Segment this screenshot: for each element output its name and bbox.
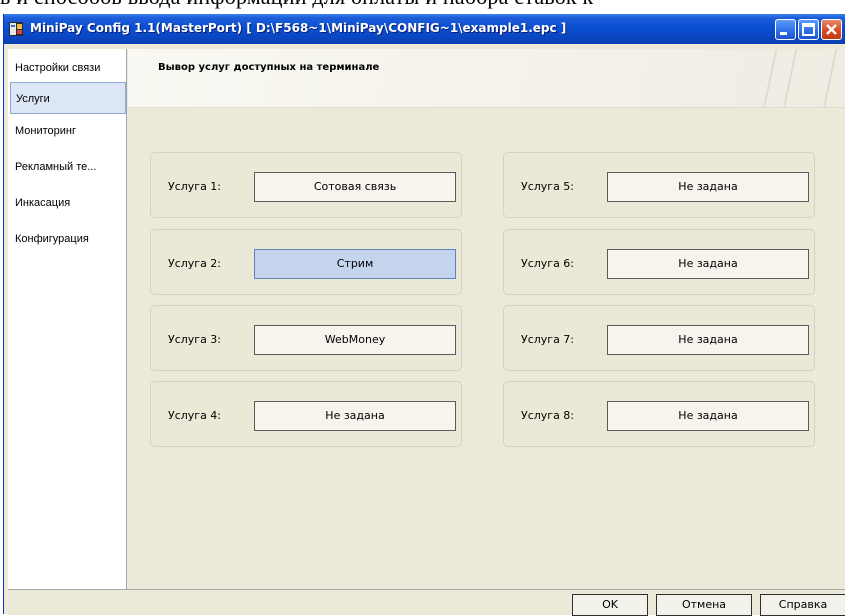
sidebar-item-collection[interactable]: Инкасация	[10, 187, 126, 219]
service-label: Услуга 6:	[521, 257, 575, 270]
title-bar[interactable]: MiniPay Config 1.1(MasterPort) [ D:\F568…	[4, 14, 845, 44]
header-band: Вывор услуг доступных на терминале	[128, 49, 845, 108]
help-button[interactable]: Справка	[760, 594, 845, 616]
service-slot-8: Услуга 8: Не задана	[503, 381, 815, 447]
service-label: Услуга 3:	[168, 333, 222, 346]
service-label: Услуга 2:	[168, 257, 222, 270]
service-select-button[interactable]: Не задана	[607, 172, 809, 202]
close-icon	[826, 24, 837, 35]
service-label: Услуга 7:	[521, 333, 575, 346]
header-decoration	[818, 49, 840, 107]
sidebar-item-monitoring[interactable]: Мониторинг	[10, 115, 126, 147]
service-label: Услуга 1:	[168, 180, 222, 193]
window-title: MiniPay Config 1.1(MasterPort) [ D:\F568…	[30, 21, 567, 35]
service-slot-3: Услуга 3: WebMoney	[150, 305, 462, 371]
service-label: Услуга 4:	[168, 409, 222, 422]
header-decoration	[758, 49, 780, 107]
close-button[interactable]	[821, 19, 842, 40]
page-title: Вывор услуг доступных на терминале	[158, 62, 380, 73]
maximize-icon	[802, 23, 815, 36]
sidebar-item-services[interactable]: Услуги	[10, 82, 126, 114]
service-select-button[interactable]: Стрим	[254, 249, 456, 279]
cancel-button[interactable]: Отмена	[656, 594, 752, 616]
app-icon	[9, 22, 23, 36]
service-slot-6: Услуга 6: Не задана	[503, 229, 815, 295]
service-slot-7: Услуга 7: Не задана	[503, 305, 815, 371]
sidebar-item-ad-text[interactable]: Рекламный те...	[10, 151, 126, 183]
service-select-button[interactable]: Сотовая связь	[254, 172, 456, 202]
service-label: Услуга 5:	[521, 180, 575, 193]
dialog-button-bar: OK Отмена Справка	[8, 589, 845, 616]
service-select-button[interactable]: Не задана	[254, 401, 456, 431]
sidebar-item-configuration[interactable]: Конфигурация	[10, 223, 126, 255]
minimize-button[interactable]	[775, 19, 796, 40]
service-slot-5: Услуга 5: Не задана	[503, 152, 815, 218]
maximize-button[interactable]	[798, 19, 819, 40]
service-slot-4: Услуга 4: Не задана	[150, 381, 462, 447]
service-select-button[interactable]: Не задана	[607, 401, 809, 431]
sidebar: Настройки связи Услуги Мониторинг Реклам…	[8, 49, 127, 589]
sidebar-item-connection-settings[interactable]: Настройки связи	[10, 52, 126, 84]
app-window: MiniPay Config 1.1(MasterPort) [ D:\F568…	[3, 14, 845, 616]
service-slot-2: Услуга 2: Стрим	[150, 229, 462, 295]
main-panel: Вывор услуг доступных на терминале Услуг…	[128, 49, 845, 589]
service-select-button[interactable]: Не задана	[607, 325, 809, 355]
service-slot-1: Услуга 1: Сотовая связь	[150, 152, 462, 218]
minimize-icon	[780, 32, 787, 35]
ok-button[interactable]: OK	[572, 594, 648, 616]
service-label: Услуга 8:	[521, 409, 575, 422]
service-select-button[interactable]: WebMoney	[254, 325, 456, 355]
header-decoration	[778, 49, 800, 107]
service-select-button[interactable]: Не задана	[607, 249, 809, 279]
